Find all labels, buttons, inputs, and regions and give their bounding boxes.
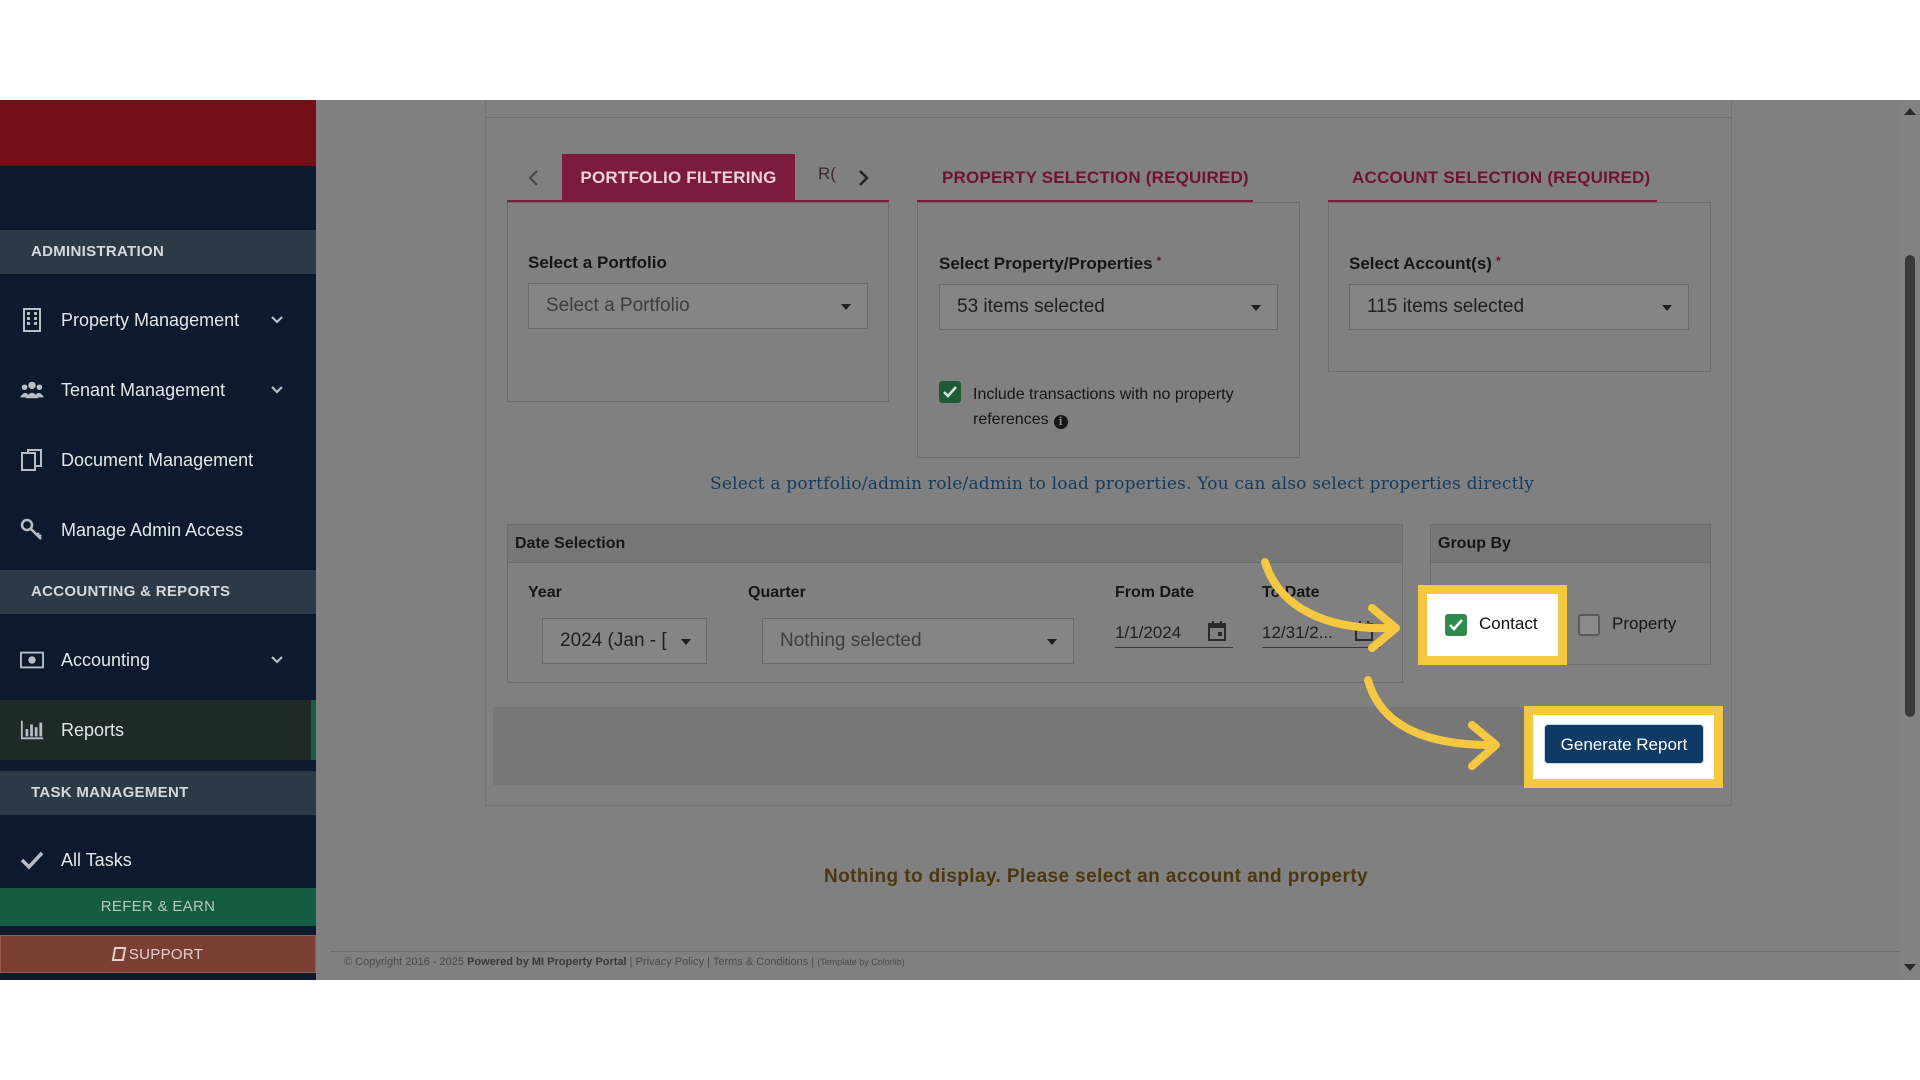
footer-divider [330,951,1904,952]
card-top-divider [485,100,1732,118]
support-label: SUPPORT [128,946,204,963]
sidebar-item-label: Tenant Management [61,379,226,400]
year-label: Year [528,584,562,601]
year-select[interactable]: 2024 (Jan - [ [542,618,707,664]
account-label-text: Select Account(s) [1349,254,1492,273]
include-no-property-checkbox[interactable] [939,381,961,403]
sidebar-item-label: Manage Admin Access [61,519,244,540]
required-mark: * [1495,254,1501,268]
bar-chart-icon [20,718,44,742]
portfolio-label: Select a Portfolio [528,253,667,272]
copyright-text: © Copyright 2016 - 2025 [344,956,465,968]
sidebar-item-document-management[interactable]: Document Management [0,430,316,490]
from-date-value: 1/1/2024 [1115,623,1182,642]
include-no-property-line1: Include transactions with no property [973,386,1234,403]
sidebar-item-label: Document Management [61,449,254,470]
quarter-label: Quarter [748,584,806,601]
privacy-link[interactable]: Privacy Policy [636,956,704,968]
calendar-icon[interactable] [1207,620,1227,647]
property-select[interactable]: 53 items selected [939,284,1278,330]
app-screen: ADMINISTRATION Property Management Tenan… [0,100,1920,980]
sidebar-item-label: Accounting [61,649,151,670]
section-task-management: TASK MANAGEMENT [0,771,316,815]
sidebar: ADMINISTRATION Property Management Tenan… [0,100,316,980]
chevron-right-icon[interactable] [854,168,872,188]
property-label-text: Select Property/Properties [939,254,1153,273]
tab-portfolio-filtering[interactable]: PORTFOLIO FILTERING [562,154,795,201]
info-icon[interactable]: i [1053,414,1068,429]
refer-earn-button[interactable]: REFER & EARN [0,888,316,926]
terms-link[interactable]: Terms & Conditions [713,956,808,968]
scrollbar-thumb[interactable] [1905,255,1915,717]
scroll-up-icon[interactable] [1904,108,1916,115]
book-icon [111,947,127,961]
caret-down-icon [1662,305,1672,311]
tab-next-partial[interactable]: R( [818,164,836,184]
caret-down-icon [681,639,691,645]
portfolio-select[interactable]: Select a Portfolio [528,283,868,329]
quarter-select-value: Nothing selected [780,630,922,651]
building-icon [20,308,44,332]
sidebar-item-label: All Tasks [61,849,132,870]
sidebar-item-accounting[interactable]: Accounting [0,630,316,690]
quarter-select[interactable]: Nothing selected [762,618,1074,664]
check-icon [943,386,957,398]
money-icon [20,648,44,672]
include-no-property-label: Include transactions with no property re… [973,382,1234,432]
users-icon [20,378,44,402]
support-button[interactable]: SUPPORT [0,935,316,973]
sidebar-item-property-management[interactable]: Property Management [0,290,316,350]
property-label: Select Property/Properties * [939,254,1161,274]
account-select[interactable]: 115 items selected [1349,284,1689,330]
account-select-value: 115 items selected [1367,296,1525,317]
section-administration: ADMINISTRATION [0,230,316,274]
documents-icon [20,448,44,472]
scroll-down-icon[interactable] [1904,964,1916,971]
powered-by-link[interactable]: Powered by MI Property Portal [467,956,627,968]
group-by-property-label: Property [1612,614,1677,633]
sidebar-item-tenant-management[interactable]: Tenant Management [0,360,316,420]
load-properties-hint: Select a portfolio/admin role/admin to l… [710,474,1535,494]
caret-down-icon [1251,305,1261,311]
chevron-down-icon [268,651,286,669]
tab-account-selection[interactable]: ACCOUNT SELECTION (REQUIRED) [1352,168,1650,188]
sidebar-item-all-tasks[interactable]: All Tasks [0,830,316,890]
sidebar-item-label: Property Management [61,309,240,330]
chevron-down-icon [268,381,286,399]
group-by-property-checkbox[interactable] [1578,614,1600,636]
tab-property-selection[interactable]: PROPERTY SELECTION (REQUIRED) [942,168,1249,188]
property-select-value: 53 items selected [957,296,1105,317]
sidebar-item-label: Reports [61,719,125,740]
include-no-property-line2: references i [973,407,1234,432]
caret-down-icon [1047,639,1057,645]
include-no-property-line2-text: references [973,411,1049,428]
portfolio-select-value: Select a Portfolio [546,295,690,316]
from-date-label: From Date [1115,584,1195,601]
chevron-left-icon[interactable] [525,168,543,188]
key-icon [20,518,44,542]
check-icon [20,848,44,872]
account-label: Select Account(s) * [1349,254,1501,274]
copyright-footer: © Copyright 2016 - 2025 Powered by MI Pr… [344,956,905,968]
template-credit: (Template by Colorlib) [817,957,905,967]
annotation-arrows [1261,558,1500,770]
sidebar-item-reports[interactable]: Reports [0,700,316,760]
year-select-value: 2024 (Jan - [ [560,630,667,651]
caret-down-icon [841,304,851,310]
empty-state-message: Nothing to display. Please select an acc… [824,866,1369,887]
required-mark: * [1156,254,1162,268]
brand-header [0,100,316,166]
section-accounting-reports: ACCOUNTING & REPORTS [0,570,316,614]
chevron-down-icon [268,311,286,329]
sidebar-item-manage-admin-access[interactable]: Manage Admin Access [0,500,316,560]
